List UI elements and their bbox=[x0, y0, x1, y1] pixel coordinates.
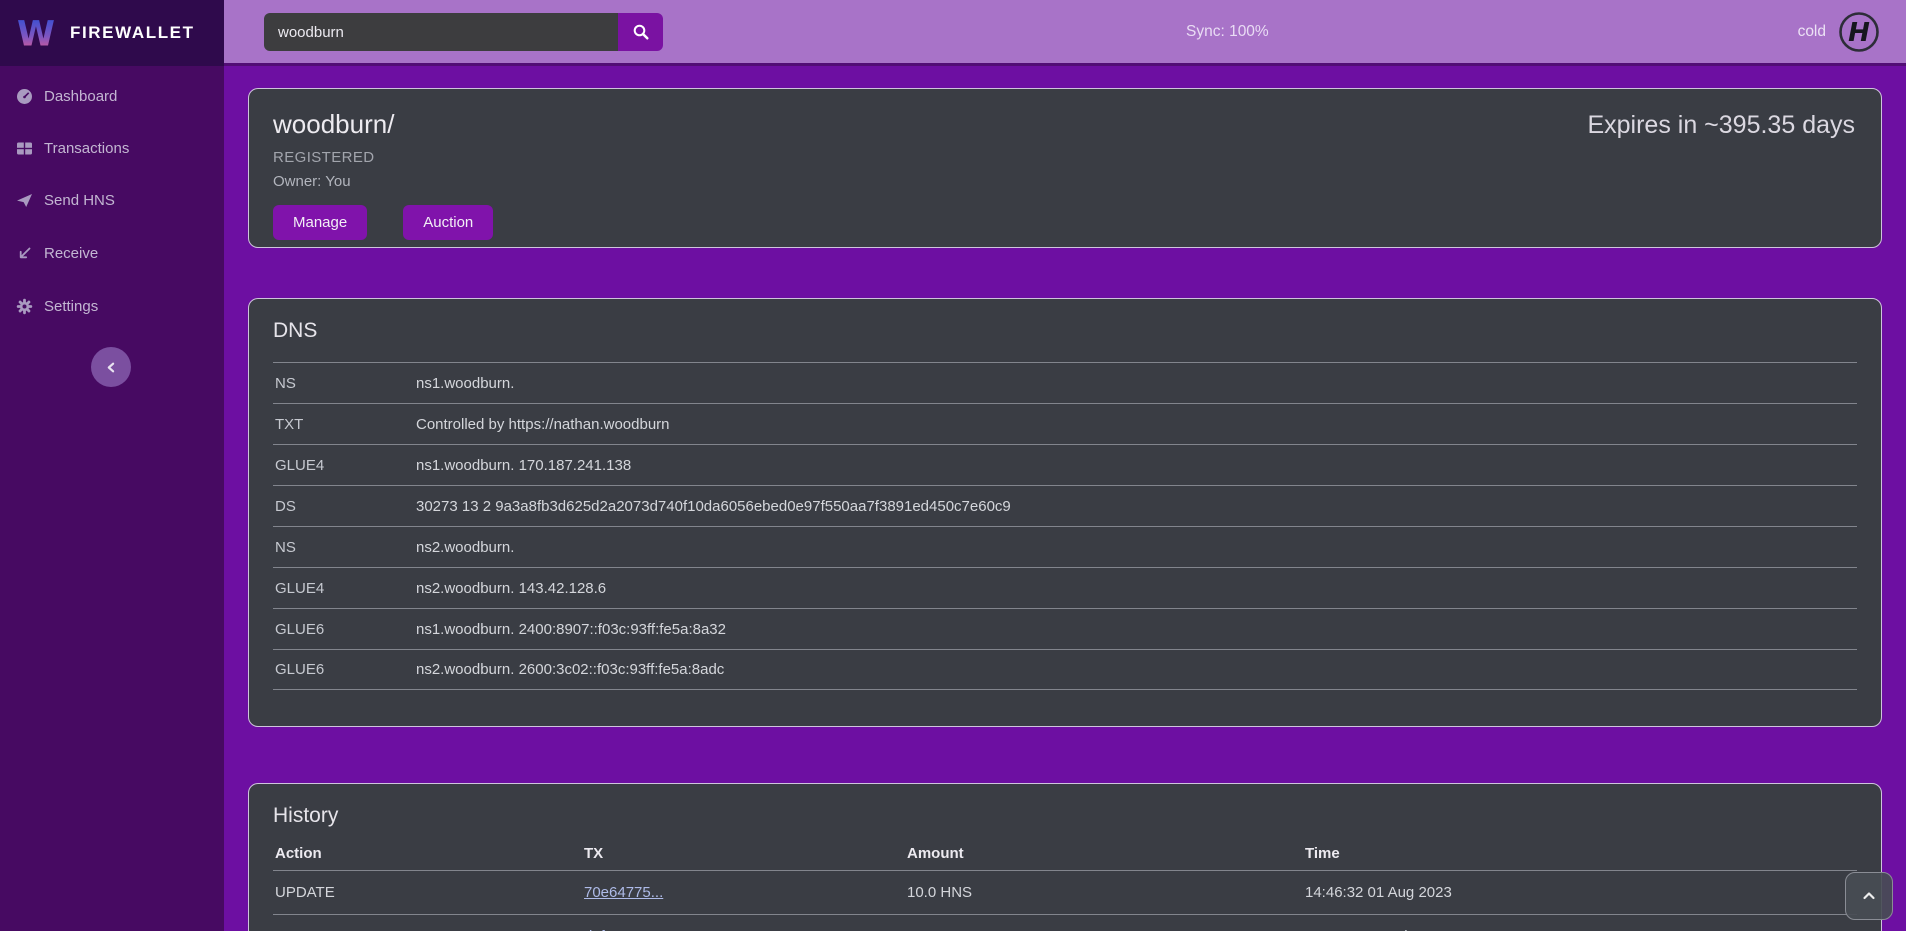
history-card: History Action TX Amount Time UPDATE 70e… bbox=[248, 783, 1882, 931]
gauge-icon bbox=[16, 88, 33, 105]
dns-record-value: ns2.woodburn. bbox=[416, 539, 1857, 556]
gear-icon bbox=[16, 298, 33, 315]
domain-card: woodburn/ REGISTERED Owner: You Manage A… bbox=[248, 88, 1882, 248]
sidebar-item-label: Send HNS bbox=[44, 192, 115, 209]
sidebar-item-send-hns[interactable]: Send HNS bbox=[0, 187, 224, 213]
history-header-row: Action TX Amount Time bbox=[273, 836, 1857, 870]
history-amount: 10.0 HNS bbox=[907, 884, 1305, 901]
history-action: UPDATE bbox=[275, 884, 584, 901]
svg-text:H: H bbox=[1848, 18, 1870, 48]
history-col-time: Time bbox=[1305, 845, 1857, 862]
dns-record-type: NS bbox=[275, 539, 416, 556]
scroll-to-top-button[interactable] bbox=[1845, 872, 1893, 920]
sidebar-item-settings[interactable]: Settings bbox=[0, 293, 224, 319]
history-time: 14:46:32 01 Aug 2023 bbox=[1305, 884, 1857, 901]
dns-record-row: TXT Controlled by https://nathan.woodbur… bbox=[273, 403, 1857, 444]
dns-record-row: GLUE6 ns1.woodburn. 2400:8907::f03c:93ff… bbox=[273, 608, 1857, 649]
dns-title: DNS bbox=[273, 319, 1857, 343]
history-row: UPDATE 70e64775... 10.0 HNS 14:46:32 01 … bbox=[273, 870, 1857, 914]
sidebar-item-transactions[interactable]: Transactions bbox=[0, 135, 224, 161]
sidebar-item-label: Transactions bbox=[44, 140, 129, 157]
dns-record-row: NS ns2.woodburn. bbox=[273, 526, 1857, 567]
auction-button[interactable]: Auction bbox=[403, 205, 493, 240]
dns-record-value: Controlled by https://nathan.woodburn bbox=[416, 416, 1857, 433]
firewallet-w-logo-icon: W bbox=[14, 10, 58, 56]
domain-actions: Manage Auction bbox=[273, 205, 1857, 240]
dns-record-row: NS ns1.woodburn. bbox=[273, 362, 1857, 403]
dns-record-type: NS bbox=[275, 375, 416, 392]
expires-label: Expires in ~395.35 days bbox=[1587, 111, 1855, 140]
domain-owner-label: Owner: You bbox=[273, 173, 1857, 190]
sidebar-item-label: Receive bbox=[44, 245, 98, 262]
sync-status: Sync: 100% bbox=[1186, 0, 1269, 63]
history-title: History bbox=[273, 804, 1857, 828]
wallet-status-group: cold H bbox=[1798, 0, 1880, 63]
dns-record-type: GLUE6 bbox=[275, 661, 416, 678]
topbar: Sync: 100% cold H bbox=[224, 0, 1906, 66]
dns-record-value: ns2.woodburn. 2600:3c02::f03c:93ff:fe5a:… bbox=[416, 661, 1857, 678]
sidebar-item-dashboard[interactable]: Dashboard bbox=[0, 83, 224, 109]
sidebar-item-label: Dashboard bbox=[44, 88, 117, 105]
domain-status-label: REGISTERED bbox=[273, 149, 1857, 166]
dns-record-row: GLUE4 ns1.woodburn. 170.187.241.138 bbox=[273, 444, 1857, 485]
history-col-amount: Amount bbox=[907, 845, 1305, 862]
dns-record-type: GLUE4 bbox=[275, 457, 416, 474]
table-icon bbox=[16, 140, 33, 157]
brand-name: FIREWALLET bbox=[70, 23, 195, 43]
history-col-action: Action bbox=[275, 845, 584, 862]
dns-card: DNS NS ns1.woodburn. TXT Controlled by h… bbox=[248, 298, 1882, 727]
history-table: Action TX Amount Time UPDATE 70e64775...… bbox=[273, 836, 1857, 931]
dns-record-value: ns1.woodburn. bbox=[416, 375, 1857, 392]
tx-link[interactable]: 70e64775... bbox=[584, 884, 663, 901]
sidebar-collapse-button[interactable] bbox=[91, 347, 131, 387]
dns-record-value: ns1.woodburn. 2400:8907::f03c:93ff:fe5a:… bbox=[416, 621, 1857, 638]
dns-record-type: TXT bbox=[275, 416, 416, 433]
sidebar-item-receive[interactable]: Receive bbox=[0, 240, 224, 266]
manage-button[interactable]: Manage bbox=[273, 205, 367, 240]
search-input[interactable] bbox=[264, 13, 618, 51]
sidebar-item-label: Settings bbox=[44, 298, 98, 315]
dns-record-row: GLUE4 ns2.woodburn. 143.42.128.6 bbox=[273, 567, 1857, 608]
dns-record-row: DS 30273 13 2 9a3a8fb3d625d2a2073d740f10… bbox=[273, 485, 1857, 526]
dns-record-row: GLUE6 ns2.woodburn. 2600:3c02::f03c:93ff… bbox=[273, 649, 1857, 690]
dns-record-value: ns2.woodburn. 143.42.128.6 bbox=[416, 580, 1857, 597]
dns-table: NS ns1.woodburn. TXT Controlled by https… bbox=[273, 362, 1857, 690]
history-row: RENEW d7f64c... 10.0 HNS 15:47:32 07 Jul… bbox=[273, 914, 1857, 931]
dns-record-type: DS bbox=[275, 498, 416, 515]
search-button[interactable] bbox=[618, 13, 663, 51]
magnifier-icon bbox=[632, 23, 650, 41]
history-col-tx: TX bbox=[584, 845, 907, 862]
dns-record-type: GLUE6 bbox=[275, 621, 416, 638]
handshake-logo-icon[interactable]: H bbox=[1838, 11, 1880, 53]
wallet-mode-label: cold bbox=[1798, 23, 1826, 41]
dns-record-type: GLUE4 bbox=[275, 580, 416, 597]
chevron-left-icon bbox=[105, 361, 118, 374]
svg-text:W: W bbox=[17, 14, 55, 54]
dns-record-value: 30273 13 2 9a3a8fb3d625d2a2073d740f10da6… bbox=[416, 498, 1857, 515]
chevron-up-icon bbox=[1861, 888, 1877, 904]
paper-plane-icon bbox=[16, 192, 33, 209]
sidebar: W FIREWALLET Dashboard bbox=[0, 0, 224, 931]
search-bar bbox=[264, 13, 663, 51]
app-window: W FIREWALLET Dashboard bbox=[0, 0, 1906, 931]
dns-record-value: ns1.woodburn. 170.187.241.138 bbox=[416, 457, 1857, 474]
brand-header: W FIREWALLET bbox=[0, 0, 224, 66]
arrow-down-left-icon bbox=[16, 245, 33, 262]
